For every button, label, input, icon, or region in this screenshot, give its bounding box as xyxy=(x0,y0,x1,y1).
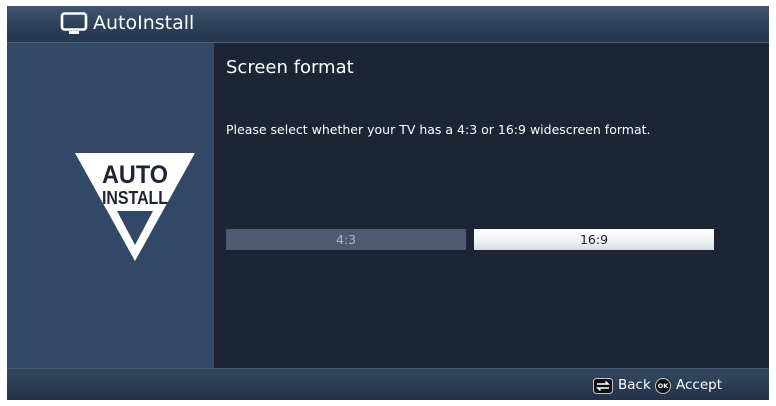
back-label[interactable]: Back xyxy=(618,377,651,393)
format-prompt: Please select whether your TV has a 4:3 … xyxy=(226,122,651,137)
tv-icon xyxy=(60,12,88,34)
main-panel: Screen format Please select whether your… xyxy=(214,43,769,368)
header-title: AutoInstall xyxy=(93,12,195,34)
logo-line1: AUTO xyxy=(102,161,168,189)
autoinstall-logo: AUTO INSTALL xyxy=(75,153,195,261)
autoinstall-screen: AutoInstall AUTO INSTALL Screen format P… xyxy=(7,6,769,400)
footer-bar: Back OK Accept xyxy=(7,368,769,400)
accept-label[interactable]: Accept xyxy=(676,377,722,393)
header-bar: AutoInstall xyxy=(7,6,769,43)
ok-button-icon[interactable]: OK xyxy=(655,378,671,394)
back-arrows-icon[interactable] xyxy=(593,378,613,394)
page-title: Screen format xyxy=(226,57,354,78)
option-4-3[interactable]: 4:3 xyxy=(226,229,466,250)
option-16-9[interactable]: 16:9 xyxy=(474,229,714,250)
sidebar-panel: AUTO INSTALL xyxy=(7,43,214,368)
logo-line2: INSTALL xyxy=(102,188,168,208)
